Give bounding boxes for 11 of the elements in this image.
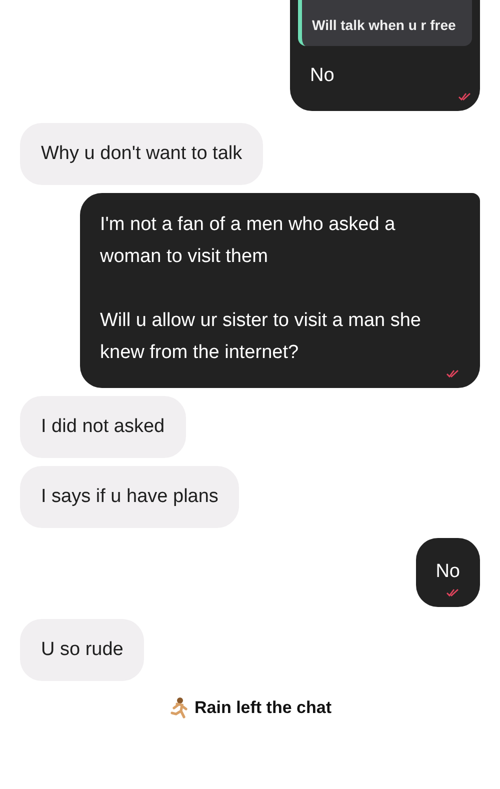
message-text: No <box>310 64 336 88</box>
running-person-icon <box>168 696 189 719</box>
message-text: I'm not a fan of a men who asked a woman to visit them <box>100 213 396 269</box>
message-text: I says if u have plans <box>41 485 218 509</box>
message-text: I did not asked <box>41 415 165 439</box>
message-text: U so rude <box>41 638 124 662</box>
message-text: Will u allow ur sister to visit a man she knew from the internet? <box>100 309 422 365</box>
message-text: Why u don't want to talk <box>41 142 242 166</box>
system-message: Rain left the chat <box>194 697 332 719</box>
quoted-text: Will talk when u r free <box>312 17 456 33</box>
message-text: No <box>436 560 460 584</box>
